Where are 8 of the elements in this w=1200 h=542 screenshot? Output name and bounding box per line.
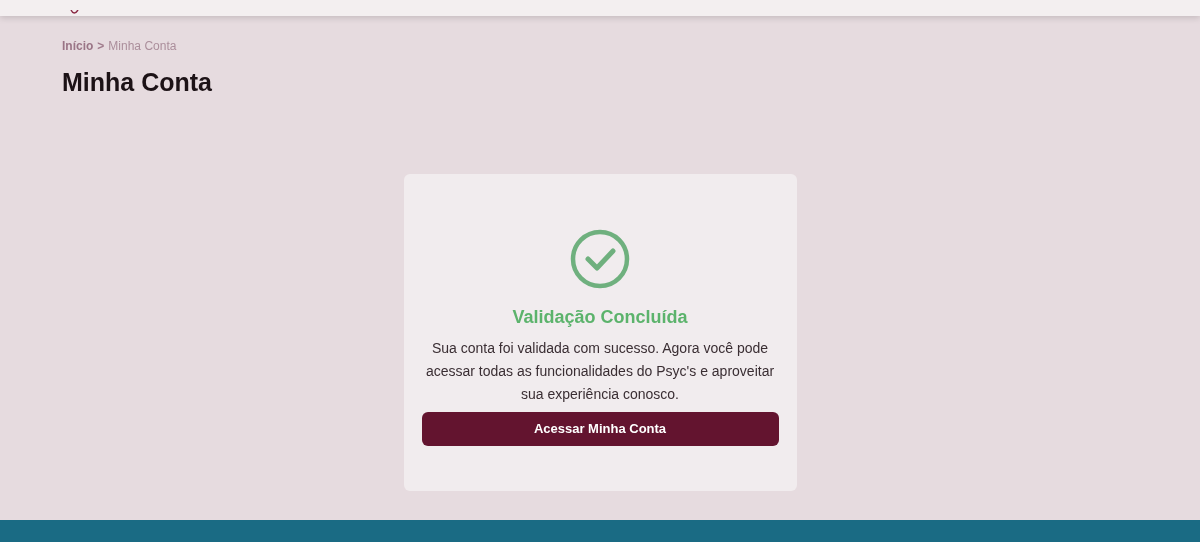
- breadcrumb-separator: >: [97, 38, 105, 55]
- breadcrumb-link[interactable]: Minha Conta: [108, 37, 177, 55]
- breadcrumb-link[interactable]: Início: [62, 37, 94, 55]
- page-title: Minha Conta: [62, 67, 213, 97]
- checkmark-icon: [570, 229, 630, 289]
- success-message: Sua conta foi validada com sucesso. Agora você pode acessar todas as funcionalidades do Psyc's e aproveitar sua experiência conosco.: [424, 339, 776, 404]
- account-button[interactable]: Acessar Minha Conta: [421, 412, 779, 446]
- card-title: Validação Concluída: [512, 306, 688, 329]
